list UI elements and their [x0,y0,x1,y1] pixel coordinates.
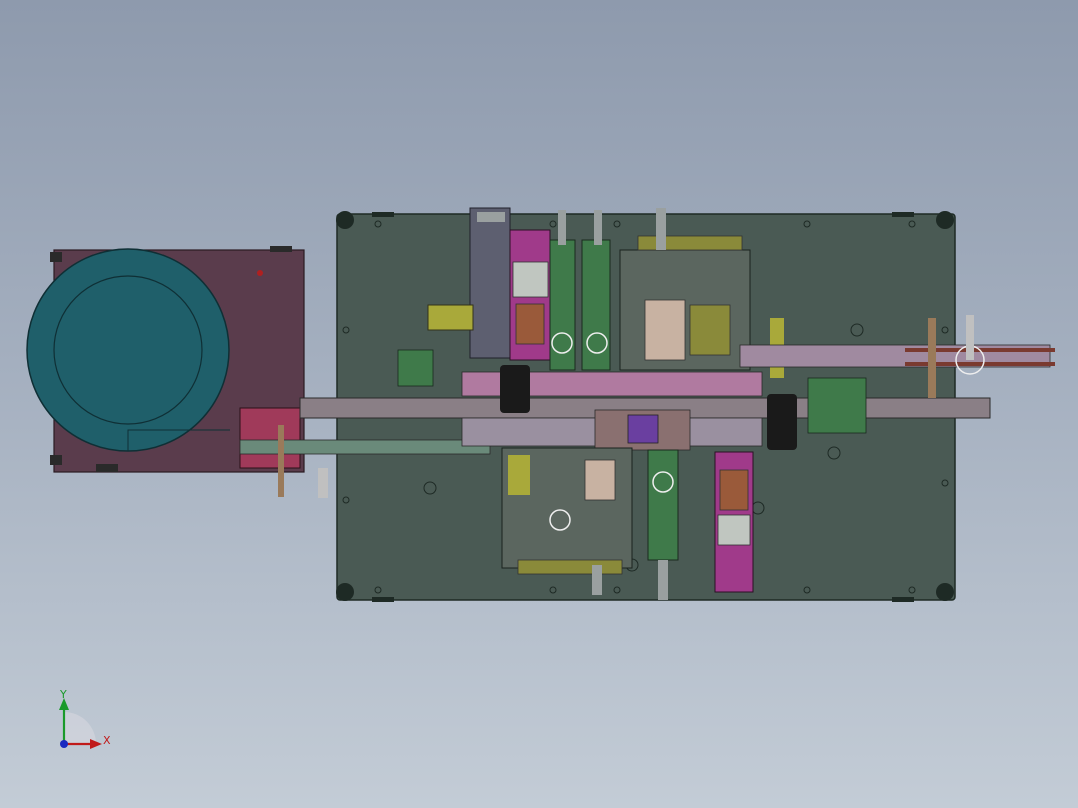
coordinate-triad-icon: Y X [59,688,111,749]
triad-x-label: X [103,734,111,747]
cad-viewport[interactable]: Y X [0,0,1078,808]
assembly-model[interactable]: Y X [0,0,1078,808]
triad-y-label: Y [59,688,67,701]
